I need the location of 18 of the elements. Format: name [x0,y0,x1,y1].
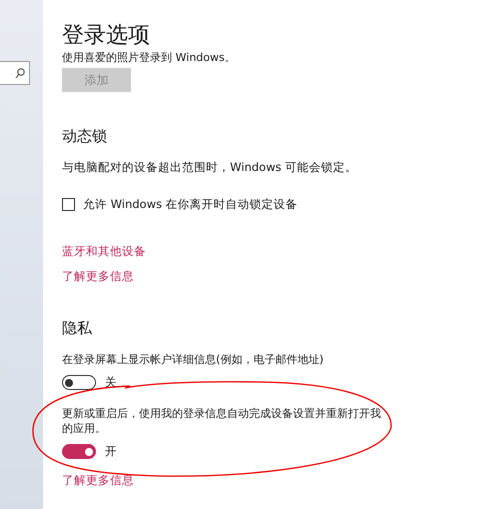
search-field[interactable] [0,61,30,85]
toggle-switch[interactable] [62,375,96,390]
checkbox-label: 允许 Windows 在你离开时自动锁定设备 [83,197,298,212]
checkbox[interactable] [62,198,75,211]
description: 更新或重启后，使用我的登录信息自动完成设备设置并重新打开我的应用。 [62,406,382,436]
search-icon [15,68,25,78]
toggle-state: 关 [105,375,117,390]
description: 使用喜爱的照片登录到 Windows。 [62,51,236,64]
page-title: 登录选项 [62,22,150,50]
toggle-switch[interactable] [62,444,96,459]
link[interactable]: 了解更多信息 [62,473,134,488]
description: 在登录屏幕上显示帐户详细信息(例如，电子邮件地址) [62,352,325,367]
section-heading: 隐私 [62,318,92,338]
link[interactable]: 蓝牙和其他设备 [62,244,146,259]
link[interactable]: 了解更多信息 [62,269,134,284]
description: 与电脑配对的设备超出范围时，Windows 可能会锁定。 [62,160,357,175]
section-heading: 动态锁 [62,126,107,146]
toggle-state: 开 [105,444,117,459]
